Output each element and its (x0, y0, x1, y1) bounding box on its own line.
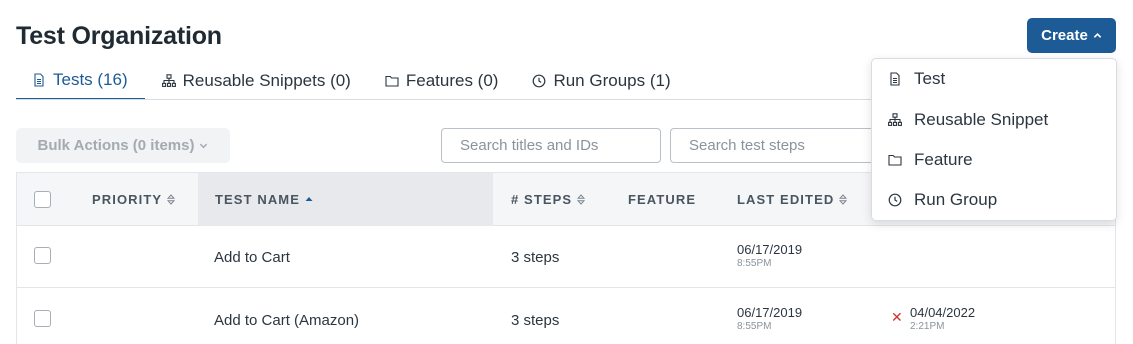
select-all-checkbox[interactable] (34, 191, 51, 208)
menu-item-test-label: Test (914, 69, 946, 88)
last-edited-cell: 06/17/2019 8:55PM (737, 305, 802, 332)
tab-features-label: Features (0) (405, 71, 499, 90)
page-title: Test Organization (16, 22, 222, 50)
bulk-actions-button[interactable]: Bulk Actions (0 items) (16, 128, 230, 163)
menu-item-feature[interactable]: Feature (872, 140, 1116, 180)
last-edited-time: 8:55PM (737, 321, 772, 332)
menu-item-run-group[interactable]: Run Group (872, 180, 1116, 220)
document-icon (34, 73, 44, 87)
table-row[interactable]: Add to Cart 3 steps 06/17/2019 8:55PM (17, 226, 1115, 288)
sort-icon (577, 194, 586, 205)
document-icon (890, 72, 900, 86)
create-button[interactable]: Create (1027, 18, 1116, 53)
select-all-cell (34, 173, 51, 226)
clock-icon (533, 74, 546, 88)
table-row[interactable]: Add to Cart (Amazon) 3 steps 06/17/2019 … (17, 289, 1115, 344)
column-steps-label: # STEPS (511, 192, 573, 207)
menu-item-feature-label: Feature (914, 150, 973, 169)
column-feature[interactable]: FEATURE (628, 173, 696, 226)
row-checkbox[interactable] (34, 247, 51, 264)
column-test-name-label: TEST NAME (215, 192, 301, 207)
column-priority[interactable]: PRIORITY (92, 173, 176, 226)
create-menu: Test Reusable Snippet Feature Run Group (871, 58, 1117, 221)
last-edited-time: 8:55PM (737, 258, 772, 269)
tab-run-groups-label: Run Groups (1) (553, 71, 671, 90)
tab-reusable-snippets-label: Reusable Snippets (0) (182, 71, 351, 90)
test-name-cell[interactable]: Add to Cart (214, 249, 290, 266)
hierarchy-icon (161, 74, 176, 87)
menu-item-run-group-label: Run Group (914, 190, 998, 209)
tab-tests-label: Tests (16) (53, 70, 128, 89)
folder-icon (385, 75, 399, 87)
hierarchy-icon (888, 113, 902, 126)
search-steps-placeholder: Search test steps (689, 137, 805, 154)
sort-icon (167, 194, 176, 205)
last-edited-date: 06/17/2019 (737, 305, 803, 320)
menu-item-reusable-snippet-label: Reusable Snippet (914, 110, 1049, 129)
column-priority-label: PRIORITY (92, 192, 163, 207)
tab-features[interactable]: Features (0) (368, 62, 516, 100)
menu-item-test[interactable]: Test (872, 59, 1116, 99)
last-run-time: 2:21PM (910, 321, 945, 332)
column-steps[interactable]: # STEPS (511, 173, 586, 226)
tabs-divider (16, 99, 896, 100)
search-titles-input[interactable]: Search titles and IDs (441, 128, 661, 163)
column-test-name[interactable]: TEST NAME (198, 173, 493, 226)
search-titles-placeholder: Search titles and IDs (460, 137, 599, 154)
menu-item-reusable-snippet[interactable]: Reusable Snippet (872, 100, 1116, 140)
tab-tests[interactable]: Tests (16) (16, 62, 145, 100)
chevron-up-icon (1093, 33, 1102, 38)
steps-cell: 3 steps (511, 249, 560, 266)
sort-icon (839, 194, 848, 205)
tab-bar: Tests (16) Reusable Snippets (0) Feature… (16, 62, 688, 101)
failed-x-icon: ✕ (891, 309, 903, 325)
chevron-down-icon (200, 143, 208, 149)
row-checkbox[interactable] (34, 310, 51, 327)
tab-run-groups[interactable]: Run Groups (1) (515, 62, 687, 100)
sort-ascending-icon (305, 197, 313, 201)
last-run-cell: 04/04/2022 2:21PM (910, 305, 975, 332)
clock-icon (888, 193, 902, 207)
last-run-date: 04/04/2022 (910, 305, 976, 320)
steps-cell: 3 steps (511, 312, 560, 329)
last-edited-cell: 06/17/2019 8:55PM (737, 242, 802, 269)
create-button-label: Create (1041, 27, 1088, 44)
column-last-edited-label: LAST EDITED (737, 192, 835, 207)
test-name-cell[interactable]: Add to Cart (Amazon) (214, 312, 359, 329)
folder-icon (888, 154, 902, 166)
column-feature-label: FEATURE (628, 192, 697, 207)
bulk-actions-label: Bulk Actions (0 items) (37, 137, 195, 154)
last-edited-date: 06/17/2019 (737, 242, 803, 257)
column-last-edited[interactable]: LAST EDITED (737, 173, 848, 226)
tab-reusable-snippets[interactable]: Reusable Snippets (0) (145, 62, 368, 100)
search-steps-input[interactable]: Search test steps (670, 128, 900, 163)
